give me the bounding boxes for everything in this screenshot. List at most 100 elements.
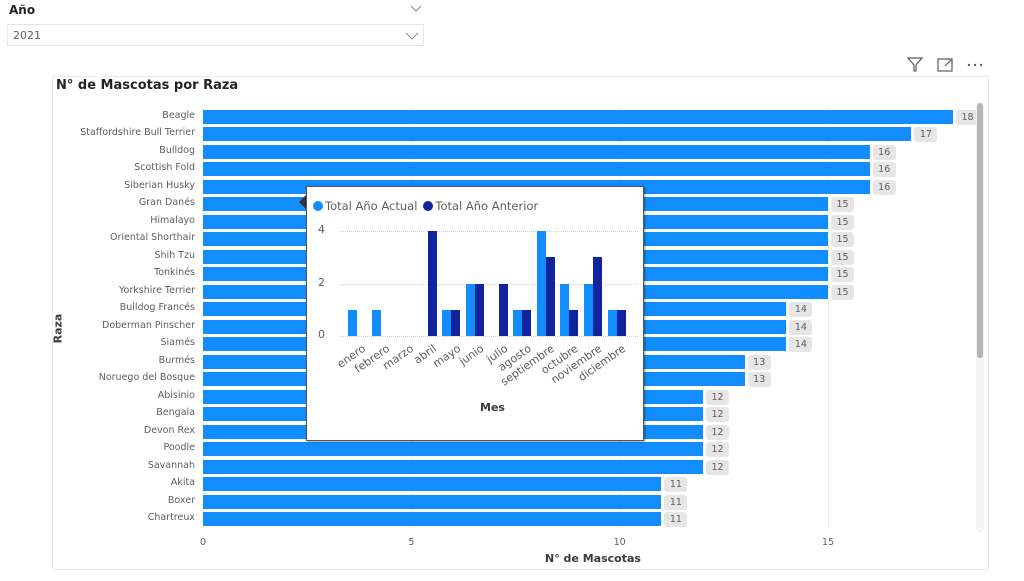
filter-icon[interactable] — [905, 56, 925, 74]
tooltip-y-gridline — [340, 231, 638, 232]
scrollbar-thumb[interactable] — [977, 103, 983, 358]
x-tick-label: 5 — [408, 537, 415, 548]
x-tick-label: 10 — [613, 537, 626, 548]
bar[interactable] — [203, 144, 870, 159]
category-label: Staffordshire Bull Terrier — [80, 127, 195, 139]
data-label: 11 — [664, 477, 688, 493]
data-label: 12 — [706, 442, 730, 458]
year-dropdown-value: 2021 — [13, 29, 41, 42]
tooltip-bar-anterior — [522, 309, 532, 336]
bar[interactable] — [203, 162, 870, 177]
category-label: Bulldog Francés — [119, 302, 195, 314]
bar[interactable] — [203, 127, 912, 142]
category-label: Savannah — [147, 459, 195, 471]
category-label: Himalayo — [150, 214, 195, 226]
legend-dot-anterior-icon — [423, 201, 434, 211]
legend-label: Total Año Anterior — [435, 199, 539, 213]
tooltip-bar-anterior — [498, 283, 508, 336]
category-label: Siamés — [160, 337, 195, 349]
category-label: Shih Tzu — [154, 249, 195, 261]
data-label: 12 — [706, 407, 730, 423]
data-label: 16 — [872, 179, 896, 195]
data-label: 15 — [831, 197, 855, 213]
bar[interactable] — [203, 110, 954, 124]
data-label: 15 — [831, 249, 855, 265]
data-label: 16 — [872, 162, 896, 178]
category-label: Siberian Husky — [124, 179, 195, 191]
bar[interactable] — [203, 442, 704, 457]
tooltip-bar-actual — [466, 283, 475, 336]
data-label: 13 — [747, 354, 771, 370]
category-label: Burmés — [158, 354, 195, 366]
tooltip-bar-anterior — [427, 231, 437, 336]
year-dropdown[interactable]: 2021 — [7, 24, 424, 46]
data-label: 12 — [706, 389, 730, 405]
category-label: Yorkshire Terrier — [119, 284, 195, 296]
tooltip-bar-actual — [371, 309, 381, 336]
data-label: 16 — [872, 144, 896, 160]
legend-label: Total Año Actual — [325, 199, 418, 213]
data-label: 12 — [706, 459, 730, 475]
tooltip-bar-actual — [560, 283, 570, 336]
category-label: Boxer — [167, 494, 195, 506]
tooltip-x-axis-title: Mes — [480, 401, 505, 414]
data-label: 15 — [831, 232, 855, 248]
data-label: 15 — [831, 214, 855, 230]
data-label: 15 — [831, 267, 855, 283]
chevron-down-icon[interactable] — [404, 28, 420, 44]
legend-dot-actual-icon — [313, 201, 323, 211]
tooltip-bar-anterior — [569, 309, 579, 336]
legend-item-anterior: Total Año Anterior — [423, 199, 538, 213]
more-options-icon[interactable] — [965, 56, 985, 74]
category-label: Bulldog — [159, 144, 195, 156]
data-label: 14 — [789, 337, 813, 353]
tooltip-y-tick-label: 0 — [318, 328, 325, 341]
category-label: Devon Rex — [143, 424, 195, 436]
bar[interactable] — [203, 494, 662, 509]
tooltip-bar-anterior — [475, 283, 484, 336]
tooltip-bar-anterior — [451, 309, 461, 336]
category-label: Poodle — [163, 442, 195, 454]
data-label: 15 — [831, 284, 855, 300]
tooltip-bar-actual — [584, 283, 593, 336]
category-label: Chartreux — [147, 512, 195, 524]
tooltip-y-tick-label: 4 — [318, 223, 325, 236]
tooltip-bar-anterior — [616, 309, 626, 336]
tooltip-bar-actual — [442, 309, 452, 336]
category-label: Oriental Shorthair — [110, 232, 195, 244]
category-label: Akita — [170, 477, 195, 489]
bar[interactable] — [203, 459, 704, 474]
tooltip-y-tick-label: 2 — [318, 275, 325, 289]
legend-item-actual: Total Año Actual — [313, 199, 417, 213]
data-label: 12 — [706, 424, 730, 440]
category-label: Doberman Pinscher — [102, 319, 195, 331]
data-label: 11 — [664, 494, 688, 510]
x-tick-label: 0 — [199, 537, 207, 548]
tooltip-y-gridline — [340, 336, 638, 337]
data-label: 11 — [664, 512, 688, 528]
x-tick-label: 15 — [822, 537, 835, 548]
category-label: Gran Danés — [138, 197, 195, 209]
category-label: Abisinio — [157, 389, 195, 401]
chevron-down-icon[interactable] — [408, 0, 424, 16]
category-label: Beagle — [162, 110, 195, 121]
category-label: Tonkinés — [154, 267, 195, 279]
category-label: Noruego del Bosque — [98, 372, 195, 384]
category-label: Scottish Fold — [134, 162, 195, 174]
data-label: 13 — [747, 372, 771, 388]
data-label: 14 — [789, 319, 813, 335]
chart-title: N° de Mascotas por Raza — [56, 78, 239, 93]
tooltip-arrow — [299, 195, 306, 209]
data-label: 14 — [789, 302, 813, 318]
visual-header — [905, 56, 985, 74]
tooltip-bar-anterior — [593, 257, 602, 336]
bar[interactable] — [203, 512, 662, 527]
bar[interactable] — [203, 477, 662, 492]
x-axis-title: N° de Mascotas — [545, 552, 641, 565]
tooltip-bar-anterior — [545, 257, 555, 336]
data-label: 17 — [914, 127, 938, 143]
tooltip-bar-actual — [513, 309, 523, 336]
tooltip-bar-actual — [536, 231, 546, 336]
focus-mode-icon[interactable] — [935, 56, 955, 74]
tooltip-bar-actual — [607, 309, 617, 336]
